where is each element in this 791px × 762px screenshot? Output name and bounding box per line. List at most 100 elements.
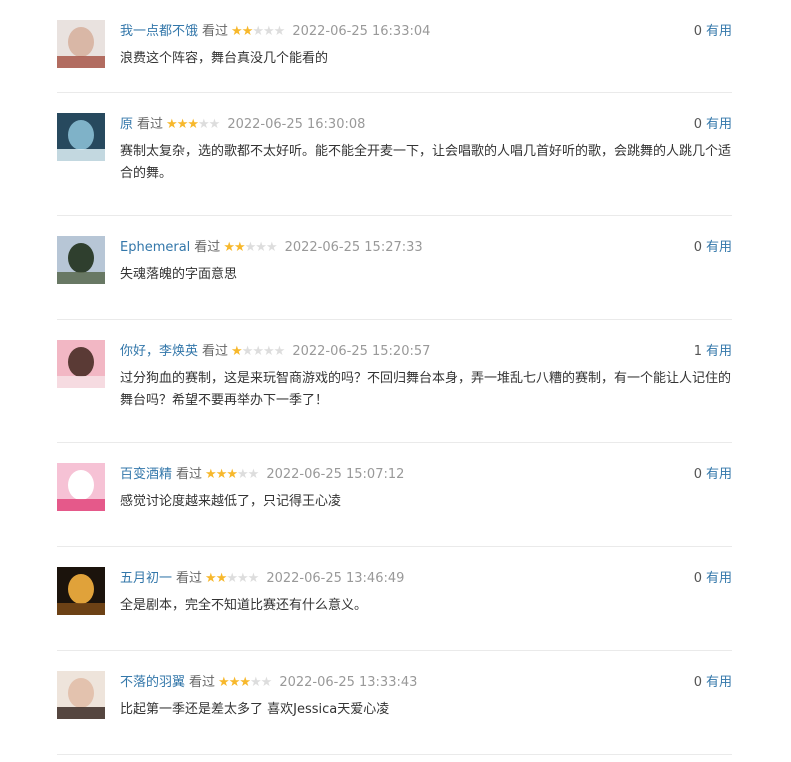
star-icon: ★ — [241, 344, 254, 359]
star-icon: ★ — [176, 117, 189, 132]
comment-item: 原看过 ★★★★★ 2022-06-25 16:30:08 0 有用赛制太复杂，选的歌都… — [57, 93, 732, 216]
vote-count: 0 — [693, 117, 702, 132]
star-icon: ★ — [215, 571, 228, 586]
star-icon: ★ — [239, 675, 251, 690]
rating-stars: ★★★★★ — [231, 22, 286, 42]
comment-action: 看过 — [176, 571, 203, 586]
useful-button[interactable]: 有用 — [706, 240, 732, 255]
rating-stars: ★★★★★ — [205, 465, 260, 485]
star-icon: ★ — [187, 117, 199, 132]
comment-author-link[interactable]: 百变酒精 — [120, 467, 172, 482]
useful-button[interactable]: 有用 — [706, 571, 732, 586]
useful-vote: 0 有用 — [694, 115, 732, 135]
star-icon: ★ — [208, 117, 221, 132]
vote-count: 1 — [693, 344, 702, 359]
avatar[interactable] — [57, 340, 105, 388]
comment-action: 看过 — [189, 675, 216, 690]
comment-list: 我一点都不饿 看过 ★★★★★ 2022-06-25 16:33:04 0 有用 浪费这个阵… — [57, 0, 732, 755]
star-icon: ★ — [223, 240, 235, 255]
star-icon: ★ — [263, 344, 275, 359]
vote-count: 0 — [693, 240, 702, 255]
rating-stars: ★★★★★ — [166, 115, 221, 135]
avatar[interactable] — [57, 567, 105, 615]
comment-action: 看过 — [176, 467, 203, 482]
comment-time: 2022-06-25 16:30:08 — [227, 117, 366, 132]
comment-time: 2022-06-25 15:07:12 — [266, 467, 405, 482]
comment-meta: 你好，李焕英 看过 ★★★★★ 2022-06-25 15:20:57 1 有用 — [120, 342, 732, 362]
rating-stars: ★★★★★ — [223, 238, 277, 258]
comment-author-link[interactable]: 你好，李焕英 — [120, 344, 198, 359]
star-icon: ★ — [241, 24, 254, 39]
avatar[interactable] — [57, 236, 105, 284]
comment-item: Ephemeral 看过 ★★★★★ 2022-06-25 15:27:33 0 有用 失魂… — [57, 216, 732, 320]
star-icon: ★ — [218, 675, 230, 690]
comment-author-link[interactable]: 我一点都不饿 — [120, 24, 198, 39]
useful-vote: 1 有用 — [694, 342, 732, 362]
rating-stars: ★★★★★ — [218, 673, 273, 693]
avatar[interactable] — [57, 20, 105, 68]
star-icon: ★ — [273, 24, 286, 39]
star-icon: ★ — [215, 467, 228, 482]
useful-button[interactable]: 有用 — [706, 24, 732, 39]
useful-vote: 0 有用 — [694, 673, 732, 693]
comment-action: 看过 — [202, 24, 229, 39]
comment-author-link[interactable]: 不落的羽翼 — [120, 675, 185, 690]
comment-content: 浪费这个阵容，舞台真没几个能看的 — [120, 51, 329, 66]
star-icon: ★ — [244, 240, 257, 255]
comment-author-link[interactable]: Ephemeral — [120, 240, 190, 255]
comment-content: 赛制太复杂，选的歌都不太好听。能不能全开麦一下，让会唱歌的人唱几首好听的歌，会跳… — [120, 144, 732, 181]
star-icon: ★ — [247, 571, 260, 586]
comment-item: 百变酒精 看过 ★★★★★ 2022-06-25 15:07:12 0 有用 感觉讨论度越来… — [57, 443, 732, 547]
star-icon: ★ — [237, 467, 249, 482]
useful-vote: 0 有用 — [694, 465, 732, 485]
useful-button[interactable]: 有用 — [706, 675, 732, 690]
useful-vote: 0 有用 — [694, 569, 732, 589]
comment-author-link[interactable]: 原 — [120, 117, 133, 132]
star-icon: ★ — [237, 571, 249, 586]
useful-vote: 0 有用 — [694, 22, 732, 42]
comment-time: 2022-06-25 13:46:49 — [266, 571, 405, 586]
useful-button[interactable]: 有用 — [706, 117, 732, 132]
vote-count: 0 — [693, 675, 702, 690]
comment-time: 2022-06-25 15:20:57 — [292, 344, 431, 359]
star-icon: ★ — [228, 675, 241, 690]
comment-content: 过分狗血的赛制，这是来玩智商游戏的吗？不回归舞台本身，弄一堆乱七八糟的赛制，有一… — [120, 371, 732, 408]
comment-meta: 原看过 ★★★★★ 2022-06-25 16:30:08 0 有用 — [120, 115, 732, 135]
comment-item: 你好，李焕英 看过 ★★★★★ 2022-06-25 15:20:57 1 有用过分狗血的… — [57, 320, 732, 443]
star-icon: ★ — [247, 467, 260, 482]
avatar[interactable] — [57, 113, 105, 161]
comment-meta: Ephemeral 看过 ★★★★★ 2022-06-25 15:27:33 0 有用 — [120, 238, 732, 258]
star-icon: ★ — [231, 24, 243, 39]
star-icon: ★ — [273, 344, 286, 359]
comment-item: 五月初一 看过 ★★★★★ 2022-06-25 13:46:49 0 有用全是剧本，完全… — [57, 547, 732, 651]
useful-button[interactable]: 有用 — [706, 344, 732, 359]
comment-time: 2022-06-25 13:33:43 — [279, 675, 418, 690]
comment-author-link[interactable]: 五月初一 — [120, 571, 172, 586]
avatar[interactable] — [57, 463, 105, 511]
rating-stars: ★★★★★ — [205, 569, 260, 589]
vote-count: 0 — [693, 24, 702, 39]
comment-action: 看过 — [137, 117, 164, 132]
star-icon: ★ — [205, 467, 217, 482]
useful-button[interactable]: 有用 — [706, 467, 732, 482]
avatar[interactable] — [57, 671, 105, 719]
star-icon: ★ — [231, 344, 243, 359]
comment-content: 全是剧本，完全不知道比赛还有什么意义。 — [120, 598, 368, 613]
comment-content: 感觉讨论度越来越低了，只记得王心凌 — [120, 494, 342, 509]
comment-meta: 不落的羽翼 看过 ★★★★★ 2022-06-25 13:33:43 0 有用 — [120, 673, 732, 693]
star-icon: ★ — [255, 240, 267, 255]
star-icon: ★ — [205, 571, 217, 586]
rating-stars: ★★★★★ — [231, 342, 286, 362]
star-icon: ★ — [252, 24, 264, 39]
comment-time: 2022-06-25 16:33:04 — [292, 24, 431, 39]
comment-content: 比起第一季还是差太多了 喜欢Jessica天爱心凌 — [120, 702, 390, 717]
star-icon: ★ — [263, 24, 275, 39]
star-icon: ★ — [226, 467, 238, 482]
star-icon: ★ — [250, 675, 262, 690]
comment-action: 看过 — [194, 240, 221, 255]
comment-item: 不落的羽翼 看过 ★★★★★ 2022-06-25 13:33:43 0 有用 比起第一季还… — [57, 651, 732, 755]
star-icon: ★ — [260, 675, 273, 690]
comment-content: 失魂落魄的字面意思 — [120, 267, 238, 282]
comment-meta: 百变酒精 看过 ★★★★★ 2022-06-25 15:07:12 0 有用 — [120, 465, 732, 485]
comment-action: 看过 — [202, 344, 229, 359]
